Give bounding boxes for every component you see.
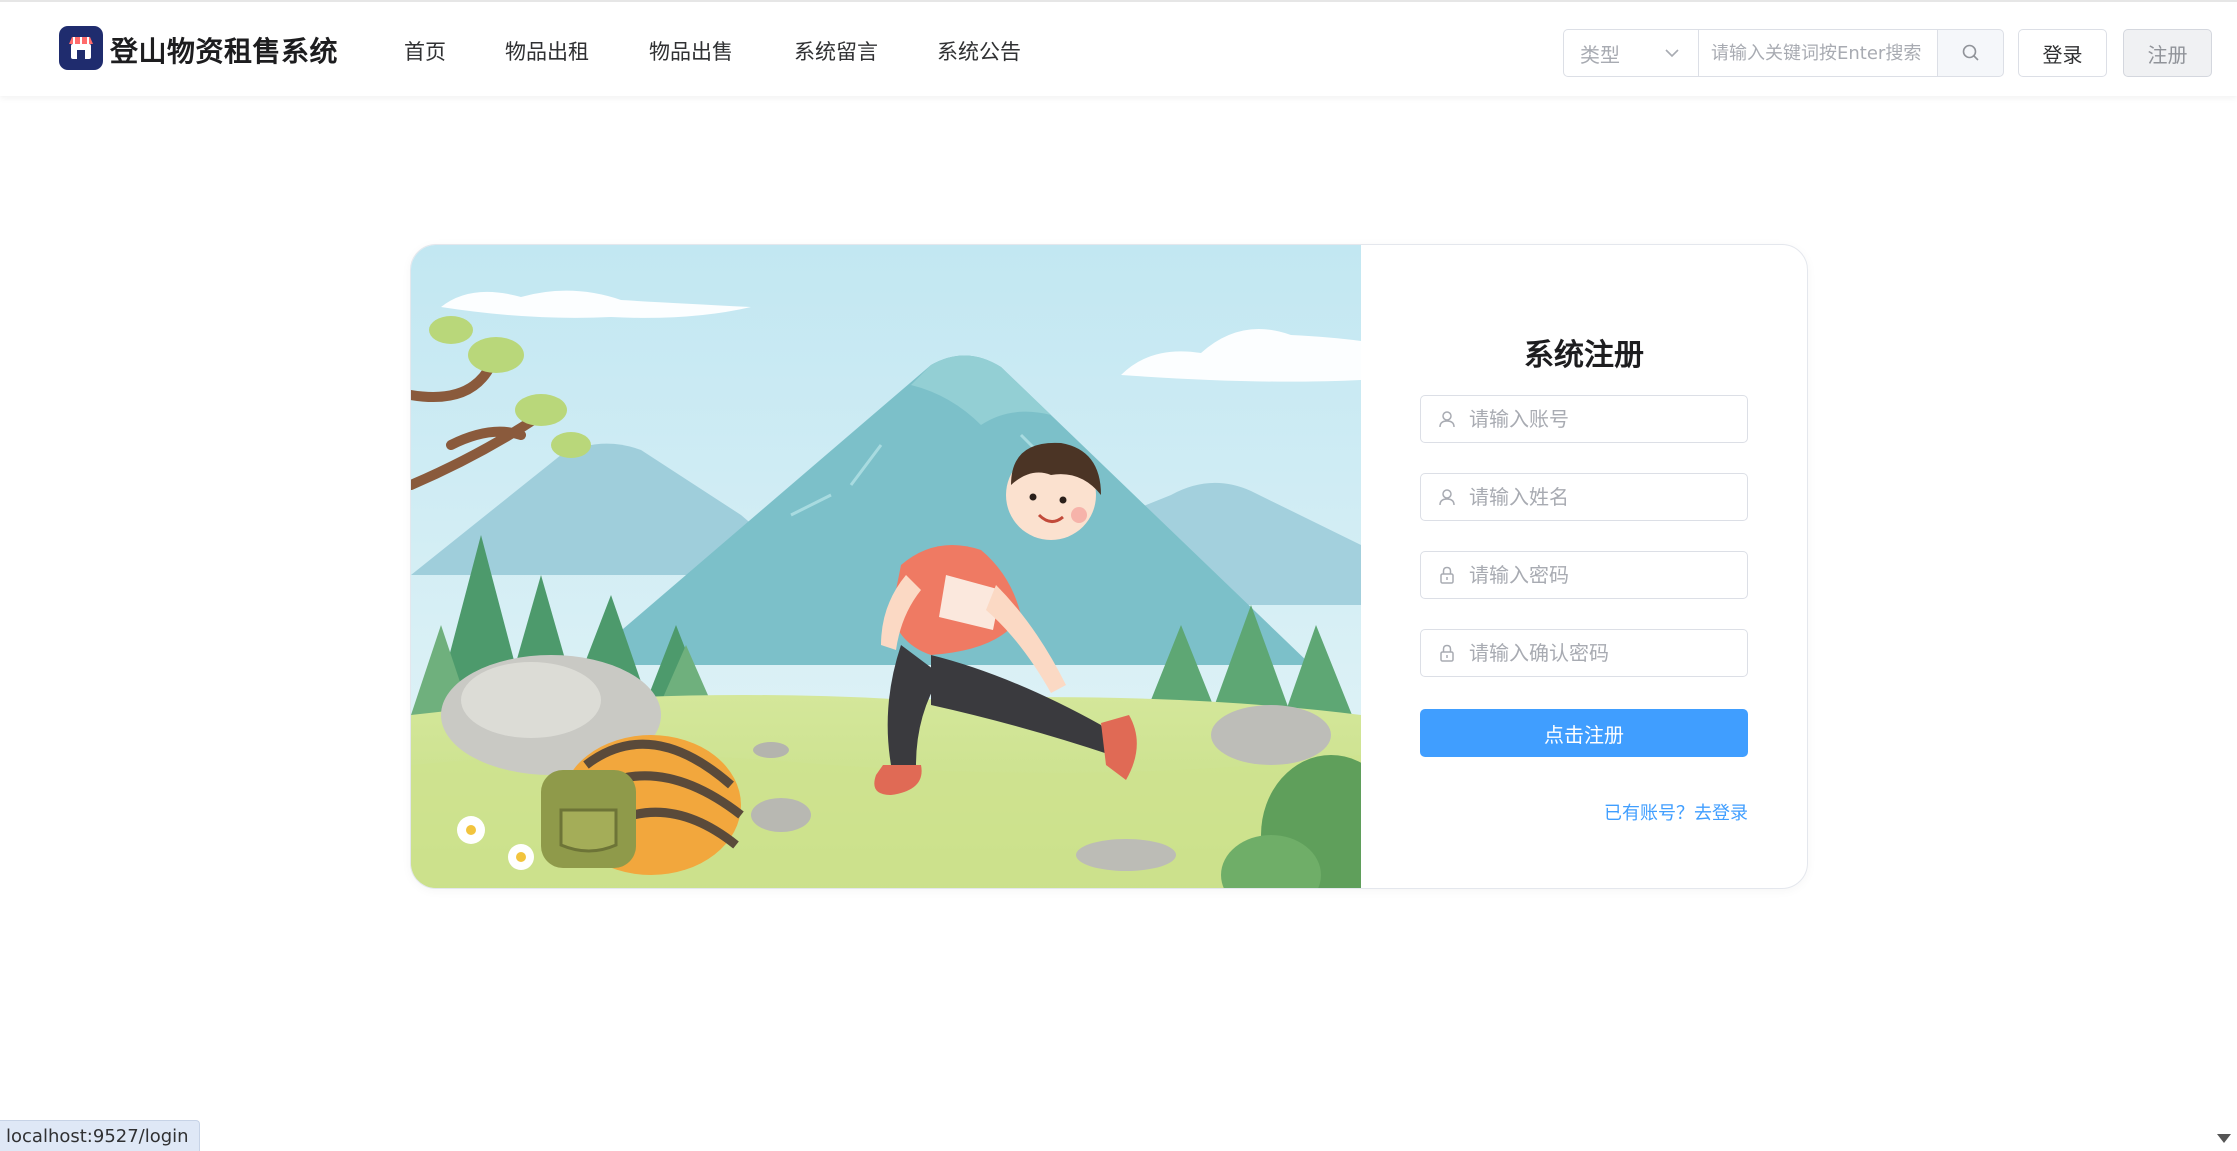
login-button[interactable]: 登录	[2018, 29, 2107, 77]
nav-rent[interactable]: 物品出租	[505, 36, 589, 66]
hiking-illustration	[411, 245, 1361, 888]
search-button[interactable]	[1937, 29, 2004, 77]
user-icon	[1439, 411, 1455, 428]
top-navbar: 登山物资租售系统 首页 物品出租 物品出售 系统留言 系统公告 类型 登录 注册	[0, 0, 2237, 96]
nav-announcements[interactable]: 系统公告	[937, 36, 1021, 66]
user-icon	[1439, 489, 1455, 506]
account-field[interactable]	[1420, 395, 1748, 443]
scroll-down-arrow-icon[interactable]	[2217, 1134, 2231, 1143]
form-title: 系统注册	[1524, 338, 1644, 373]
nav-home[interactable]: 首页	[404, 36, 446, 66]
go-login-link[interactable]: 已有账号？去登录	[1540, 799, 1748, 825]
name-field[interactable]	[1420, 473, 1748, 521]
lock-icon	[1440, 566, 1454, 584]
submit-register-button[interactable]: 点击注册	[1420, 709, 1748, 757]
confirm-password-field[interactable]	[1420, 629, 1748, 677]
account-input[interactable]	[1469, 396, 1739, 442]
nav-sale[interactable]: 物品出售	[649, 36, 733, 66]
name-input[interactable]	[1469, 474, 1739, 520]
password-field[interactable]	[1420, 551, 1748, 599]
logo-icon[interactable]	[59, 26, 103, 70]
search-icon	[1962, 44, 1979, 61]
nav-messages[interactable]: 系统留言	[794, 36, 878, 66]
register-button[interactable]: 注册	[2123, 29, 2212, 77]
chevron-down-icon	[1665, 49, 1679, 58]
confirm-password-input[interactable]	[1469, 630, 1739, 676]
search-input[interactable]	[1698, 29, 1938, 77]
status-url-bar: localhost:9527/login	[0, 1120, 200, 1151]
type-select-placeholder: 类型	[1580, 42, 1620, 67]
type-select[interactable]: 类型	[1563, 29, 1699, 77]
lock-icon	[1440, 644, 1454, 662]
password-input[interactable]	[1469, 552, 1739, 598]
brand-title: 登山物资租售系统	[110, 35, 339, 68]
